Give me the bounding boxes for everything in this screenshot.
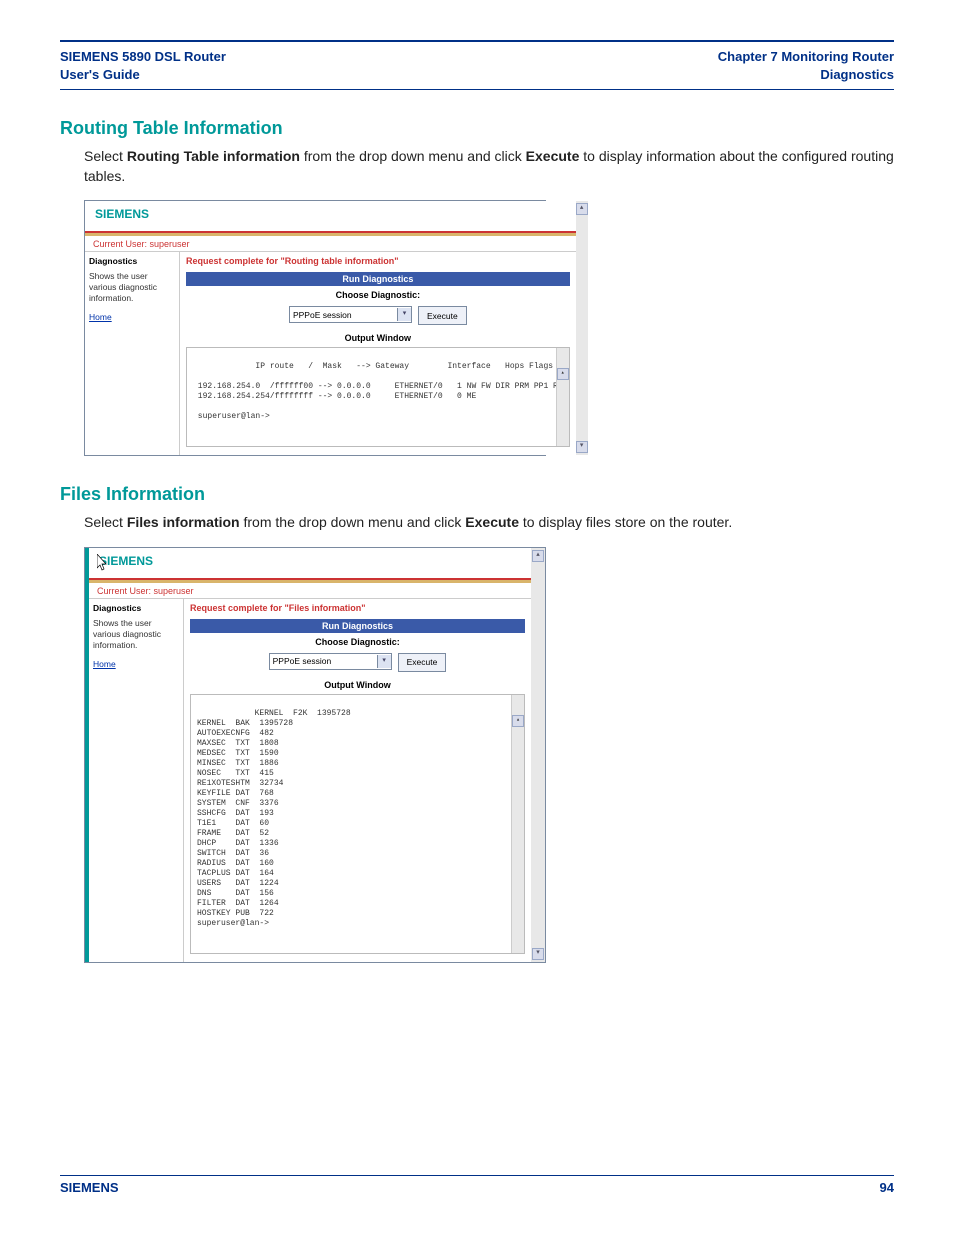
- scroll-up-icon[interactable]: ▴: [557, 368, 569, 380]
- execute-button[interactable]: Execute: [418, 306, 467, 325]
- current-user-bar: Current User: superuser: [85, 236, 576, 252]
- scroll-up-icon[interactable]: ▴: [576, 203, 588, 215]
- select-value: PPPoE session: [273, 656, 332, 666]
- header-right-1: Chapter 7 Monitoring Router: [718, 49, 894, 64]
- scroll-up-icon[interactable]: ▴: [512, 715, 524, 727]
- section-body-files: Select Files information from the drop d…: [84, 513, 894, 533]
- sidebar: Diagnostics Shows the user various diagn…: [89, 599, 184, 962]
- sidebar-title: Diagnostics: [89, 256, 175, 267]
- sidebar-desc-3: information.: [93, 640, 137, 650]
- output-text: IP route / Mask --> Gateway Interface Ho…: [193, 362, 563, 421]
- section-body-routing: Select Routing Table information from th…: [84, 147, 894, 186]
- scroll-down-icon[interactable]: ▾: [532, 948, 544, 960]
- home-link[interactable]: Home: [89, 312, 175, 323]
- brand-logo: SIEMENS: [89, 548, 531, 578]
- sidebar-desc-2: various diagnostic: [89, 282, 157, 292]
- chevron-down-icon: ▾: [397, 308, 411, 321]
- header-left-1: SIEMENS 5890 DSL Router: [60, 49, 226, 64]
- run-diagnostics-bar: Run Diagnostics: [186, 272, 570, 286]
- frame-scrollbar[interactable]: ▴ ▾: [531, 548, 545, 962]
- diagnostic-select[interactable]: PPPoE session ▾: [269, 653, 392, 670]
- choose-diagnostic-label: Choose Diagnostic:: [186, 290, 570, 300]
- execute-button[interactable]: Execute: [398, 653, 447, 672]
- sidebar-desc-1: Shows the user: [93, 618, 152, 628]
- diagnostic-select[interactable]: PPPoE session ▾: [289, 306, 412, 323]
- routing-screenshot: SIEMENS Current User: superuser Diagnost…: [84, 200, 546, 456]
- page-footer: SIEMENS 94: [60, 1175, 894, 1195]
- sidebar: Diagnostics Shows the user various diagn…: [85, 252, 180, 455]
- sidebar-title: Diagnostics: [93, 603, 179, 614]
- output-scrollbar[interactable]: ▴: [556, 348, 569, 446]
- scroll-down-icon[interactable]: ▾: [576, 441, 588, 453]
- output-text: KERNEL F2K 1395728 KERNEL BAK 1395728 AU…: [197, 709, 351, 928]
- frame-scrollbar[interactable]: ▴ ▾: [576, 201, 588, 455]
- header-top-rule: [60, 40, 894, 42]
- home-link[interactable]: Home: [93, 659, 179, 670]
- section-heading-routing: Routing Table Information: [60, 118, 894, 139]
- status-message: Request complete for "Files information": [190, 603, 525, 613]
- output-window-label: Output Window: [190, 680, 525, 690]
- output-window-label: Output Window: [186, 333, 570, 343]
- files-screenshot: SIEMENS Current User: superuser Diagnost…: [84, 547, 546, 963]
- chevron-down-icon: ▾: [377, 655, 391, 668]
- section-heading-files: Files Information: [60, 484, 894, 505]
- choose-diagnostic-label: Choose Diagnostic:: [190, 637, 525, 647]
- output-window: KERNEL F2K 1395728 KERNEL BAK 1395728 AU…: [190, 694, 525, 954]
- current-user-bar: Current User: superuser: [89, 583, 531, 599]
- select-value: PPPoE session: [293, 310, 352, 320]
- footer-rule: [60, 1175, 894, 1176]
- sidebar-desc-3: information.: [89, 293, 133, 303]
- header-bottom-rule: [60, 89, 894, 90]
- page-number: 94: [880, 1180, 894, 1195]
- run-diagnostics-bar: Run Diagnostics: [190, 619, 525, 633]
- sidebar-desc-2: various diagnostic: [93, 629, 161, 639]
- footer-brand: SIEMENS: [60, 1180, 119, 1195]
- sidebar-desc-1: Shows the user: [89, 271, 148, 281]
- output-window: IP route / Mask --> Gateway Interface Ho…: [186, 347, 570, 447]
- header-left-2: User's Guide: [60, 67, 140, 82]
- scroll-up-icon[interactable]: ▴: [532, 550, 544, 562]
- status-message: Request complete for "Routing table info…: [186, 256, 570, 266]
- output-scrollbar[interactable]: ▴: [511, 695, 524, 953]
- header-right-2: Diagnostics: [820, 67, 894, 82]
- brand-logo: SIEMENS: [85, 201, 576, 231]
- page-header: SIEMENS 5890 DSL Router User's Guide Cha…: [60, 48, 894, 89]
